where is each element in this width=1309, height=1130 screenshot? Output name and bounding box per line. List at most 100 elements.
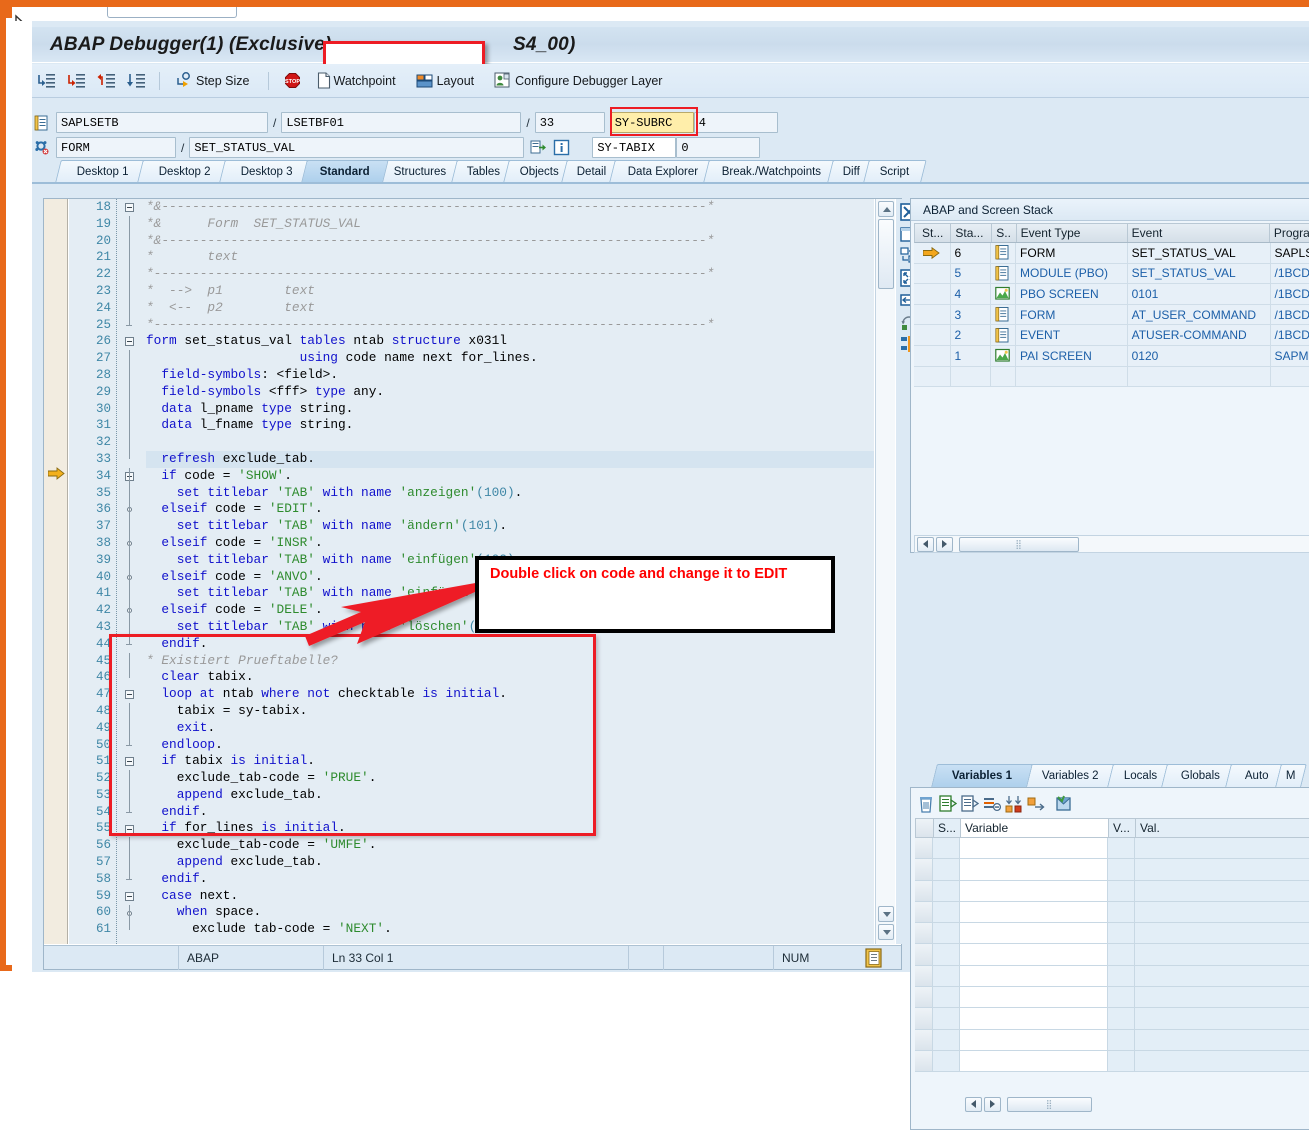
variables-row-value[interactable]: [1135, 965, 1309, 988]
variables-row[interactable]: [915, 880, 1309, 902]
code-line[interactable]: elseif code = 'EDIT'.: [146, 501, 874, 518]
variables-row-marker[interactable]: [915, 880, 933, 902]
code-line[interactable]: *&--------------------------------------…: [146, 199, 874, 216]
variables-row-marker[interactable]: [915, 1029, 933, 1051]
stack-col-status[interactable]: St...: [915, 224, 952, 242]
variables-row[interactable]: [915, 901, 1309, 924]
breakpoint-gutter[interactable]: [44, 199, 68, 944]
code-line[interactable]: case next.: [146, 888, 874, 905]
step-over-button[interactable]: [62, 68, 90, 94]
code-line[interactable]: clear tabix.: [146, 669, 874, 686]
code-line[interactable]: *&--------------------------------------…: [146, 233, 874, 250]
code-line[interactable]: * text: [146, 249, 874, 266]
sort-icon[interactable]: [1005, 795, 1023, 813]
code-line[interactable]: tabix = sy-tabix.: [146, 703, 874, 720]
code-line[interactable]: [146, 434, 874, 451]
fold-branch-icon[interactable]: [118, 535, 146, 552]
watchpoint-button[interactable]: Watchpoint: [313, 68, 400, 94]
line-number-field[interactable]: 33: [534, 112, 605, 133]
tab-desktop-3[interactable]: Desktop 3: [219, 160, 315, 182]
status-document-icon[interactable]: [865, 947, 883, 968]
tab-break-watchpoints[interactable]: Break./Watchpoints: [703, 160, 841, 182]
code-line[interactable]: data l_pname type string.: [146, 401, 874, 418]
variables-row[interactable]: [915, 944, 1309, 966]
fold-toggle-icon[interactable]: [118, 888, 146, 905]
step-return-button[interactable]: [92, 68, 120, 94]
variables-row-value[interactable]: [1135, 880, 1309, 902]
stack-row[interactable]: 1 PAI SCREEN0120SAPMSS: [914, 345, 1309, 367]
variables-row-marker[interactable]: [915, 1050, 933, 1073]
variables-row-marker[interactable]: [915, 987, 933, 1009]
detail-display-icon[interactable]: [1055, 795, 1073, 813]
remove-entry-icon[interactable]: [983, 795, 1001, 813]
tab-script[interactable]: Script: [863, 160, 927, 182]
variables-row-variable[interactable]: [960, 965, 1108, 988]
code-line[interactable]: data l_fname type string.: [146, 417, 874, 434]
variables-row-marker[interactable]: [915, 1008, 933, 1030]
include-name-field[interactable]: LSETBF01: [281, 112, 522, 133]
code-line[interactable]: *---------------------------------------…: [146, 317, 874, 334]
vars-scroll-left-button[interactable]: [965, 1096, 982, 1112]
variables-row-value[interactable]: [1135, 1029, 1309, 1051]
vars-col-value[interactable]: Val.: [1136, 819, 1309, 837]
variables-row-marker[interactable]: [915, 838, 933, 860]
variables-row-marker[interactable]: [915, 859, 933, 881]
stack-scroll-thumb[interactable]: ⣿: [959, 536, 1079, 552]
code-scroll-up-button[interactable]: [878, 201, 894, 217]
copy-entry-icon[interactable]: [961, 795, 979, 813]
layout-button[interactable]: Layout: [412, 68, 479, 94]
variables-row-value[interactable]: [1135, 838, 1309, 860]
variables-row-value[interactable]: [1135, 901, 1309, 924]
code-line[interactable]: append exclude_tab.: [146, 854, 874, 871]
fold-branch-icon[interactable]: [118, 501, 146, 518]
code-scroll-thumb[interactable]: [878, 219, 894, 289]
variables-row-variable[interactable]: [960, 923, 1108, 945]
variables-row[interactable]: [915, 838, 1309, 860]
fold-branch-icon[interactable]: [118, 905, 146, 922]
code-line[interactable]: exclude_tab-code = 'UMFE'.: [146, 837, 874, 854]
vars-col-variable[interactable]: Variable: [961, 819, 1109, 837]
variables-row-variable[interactable]: [960, 1008, 1108, 1030]
code-line[interactable]: when space.: [146, 904, 874, 921]
tab-data-explorer[interactable]: Data Explorer: [609, 160, 717, 182]
tab-desktop-1[interactable]: Desktop 1: [55, 160, 151, 182]
stack-row[interactable]: 4 PBO SCREEN0101/1BCDW: [914, 284, 1309, 305]
configure-debugger-layer-button[interactable]: Configure Debugger Layer: [490, 68, 666, 94]
variables-row-marker[interactable]: [915, 965, 933, 988]
code-scroll-down-button[interactable]: [878, 906, 894, 922]
code-line[interactable]: loop at ntab where not checktable is ini…: [146, 686, 874, 703]
stack-row[interactable]: 3 FORMAT_USER_COMMAND/1BCDW: [914, 304, 1309, 326]
program-name-field[interactable]: SAPLSETB: [56, 112, 268, 133]
variables-row[interactable]: [915, 965, 1309, 988]
code-line[interactable]: append exclude_tab.: [146, 787, 874, 804]
stack-col-program[interactable]: Program: [1270, 224, 1309, 242]
code-line[interactable]: using code name next for_lines.: [146, 350, 874, 367]
variables-row-value[interactable]: [1135, 923, 1309, 945]
code-line[interactable]: *& Form SET_STATUS_VAL: [146, 216, 874, 233]
code-line[interactable]: set titlebar 'TAB' with name 'anzeigen'(…: [146, 485, 874, 502]
variables-row-value[interactable]: [1135, 1050, 1309, 1073]
variables-tab-variables-1[interactable]: Variables 1: [931, 764, 1033, 787]
code-line[interactable]: *---------------------------------------…: [146, 266, 874, 283]
code-line[interactable]: endloop.: [146, 737, 874, 754]
vars-col-s[interactable]: S...: [934, 819, 961, 837]
code-folding-gutter[interactable]: [118, 199, 146, 944]
variables-row-marker[interactable]: [915, 901, 933, 924]
transfer-icon[interactable]: [1027, 795, 1045, 813]
variables-row-value[interactable]: [1135, 859, 1309, 881]
stack-col-eventtype[interactable]: Event Type: [1017, 224, 1128, 242]
stack-scroll-left-button[interactable]: [917, 536, 934, 552]
variables-horizontal-scrollbar[interactable]: ⣿: [963, 1095, 1309, 1113]
tab-desktop-2[interactable]: Desktop 2: [137, 160, 233, 182]
stack-row[interactable]: 2 EVENTATUSER-COMMAND/1BCDW: [914, 325, 1309, 346]
stack-horizontal-scrollbar[interactable]: ⣿: [914, 535, 1309, 553]
event-type-field[interactable]: FORM: [56, 137, 176, 158]
variables-row-value[interactable]: [1135, 987, 1309, 1009]
code-line[interactable]: if for_lines is initial.: [146, 820, 874, 837]
step-size-button[interactable]: Step Size: [171, 68, 254, 94]
vars-scroll-thumb[interactable]: ⣿: [1007, 1096, 1092, 1112]
variables-row-variable[interactable]: [960, 1029, 1108, 1051]
variables-row-variable[interactable]: [960, 1050, 1108, 1073]
variables-row-variable[interactable]: [960, 987, 1108, 1009]
stack-col-stacknum[interactable]: Sta...: [951, 224, 992, 242]
